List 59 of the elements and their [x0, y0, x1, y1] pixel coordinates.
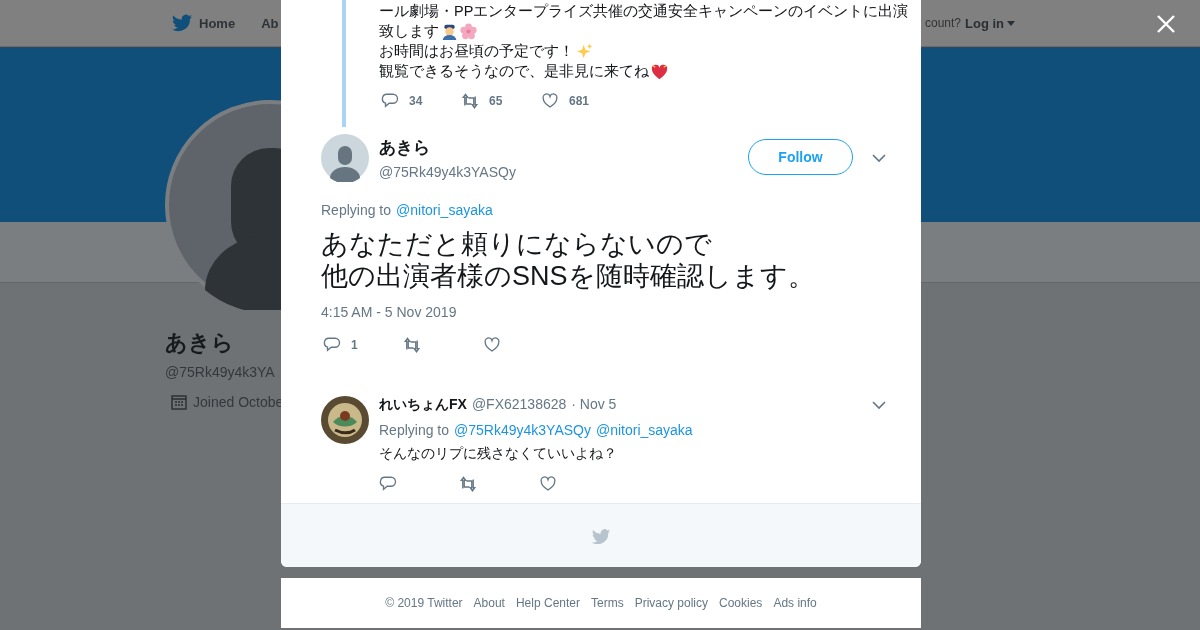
- footer-link[interactable]: Ads info: [773, 596, 817, 610]
- replying-label: Replying to: [321, 202, 392, 218]
- mention-link[interactable]: @nitori_sayaka: [595, 422, 693, 438]
- footer-link[interactable]: Terms: [591, 596, 624, 610]
- user-name[interactable]: れいちょんFX: [379, 396, 467, 414]
- user-handle[interactable]: @75Rk49y4k3YASQy: [379, 164, 748, 180]
- mention-link[interactable]: @nitori_sayaka: [396, 202, 493, 218]
- sparkles-icon: [576, 42, 593, 60]
- action-count: 65: [489, 94, 503, 108]
- caret-icon: [1007, 20, 1015, 26]
- bird-icon: [591, 527, 611, 544]
- footer-link[interactable]: Cookies: [719, 596, 763, 610]
- follow-button[interactable]: Follow: [748, 139, 853, 175]
- joined-date: Joined Octobe: [193, 394, 284, 410]
- tweet-text-line: ール劇場・PPエンタープライズ共催の交通安全キャンペーンのイベントに出演: [379, 1, 909, 21]
- reply-icon[interactable]: [323, 336, 341, 354]
- bird-icon: [171, 12, 193, 34]
- tweet-text-line: 他の出演者様のSNSを随時確認します。: [321, 260, 816, 292]
- footer-link[interactable]: About: [473, 596, 505, 610]
- tweet-text-line: あなただと頼りにならないので: [321, 228, 713, 260]
- replying-label: Replying to: [379, 422, 450, 438]
- login-link[interactable]: Log in: [965, 15, 1015, 31]
- nav-link[interactable]: Home: [171, 12, 236, 34]
- tweet-text: そんなのリプに残さなくていいよね？: [379, 445, 618, 463]
- retweet-icon[interactable]: [461, 92, 479, 110]
- flower-icon: [460, 22, 477, 40]
- reply-icon[interactable]: [379, 475, 397, 493]
- heart-icon: [651, 62, 668, 80]
- reply-icon[interactable]: [381, 92, 399, 110]
- retweet-icon[interactable]: [459, 475, 477, 493]
- tweet-text-line: 観覧できるそうなので、是非見に来てね: [379, 61, 649, 81]
- action-count: 34: [409, 94, 423, 108]
- tweet-text-line: 致します: [379, 21, 439, 41]
- heart-icon[interactable]: [483, 336, 501, 354]
- copyright: © 2019 Twitter: [385, 596, 463, 610]
- profile-handle: @75Rk49y4k3YA: [165, 364, 276, 380]
- footer-link[interactable]: Privacy policy: [634, 596, 708, 610]
- user-name[interactable]: あきら: [379, 136, 748, 159]
- tweet-timestamp[interactable]: 4:15 AM - 5 Nov 2019: [281, 292, 921, 320]
- footer-link[interactable]: Help Center: [515, 596, 580, 610]
- account-prompt: count?: [924, 16, 961, 30]
- avatar: [321, 134, 369, 182]
- nav-link[interactable]: Ab: [261, 12, 279, 34]
- chevron-down-icon[interactable]: [872, 400, 886, 410]
- chevron-down-icon[interactable]: [872, 153, 886, 163]
- close-icon[interactable]: [1156, 14, 1176, 34]
- calendar-icon: [171, 394, 187, 410]
- tweet-date[interactable]: · Nov 5: [571, 396, 617, 412]
- action-count: 681: [569, 94, 590, 108]
- retweet-icon[interactable]: [403, 336, 421, 354]
- avatar: [321, 396, 369, 444]
- action-count: 1: [351, 338, 358, 352]
- mention-link[interactable]: @75Rk49y4k3YASQy: [454, 422, 591, 438]
- user-handle[interactable]: @FX62138628: [471, 396, 567, 412]
- profile-name: あきら: [165, 329, 235, 357]
- heart-icon[interactable]: [539, 475, 557, 493]
- heart-icon[interactable]: [541, 92, 559, 110]
- police-officer-icon: [441, 22, 458, 40]
- tweet-text-line: お時間はお昼頃の予定です！: [379, 41, 574, 61]
